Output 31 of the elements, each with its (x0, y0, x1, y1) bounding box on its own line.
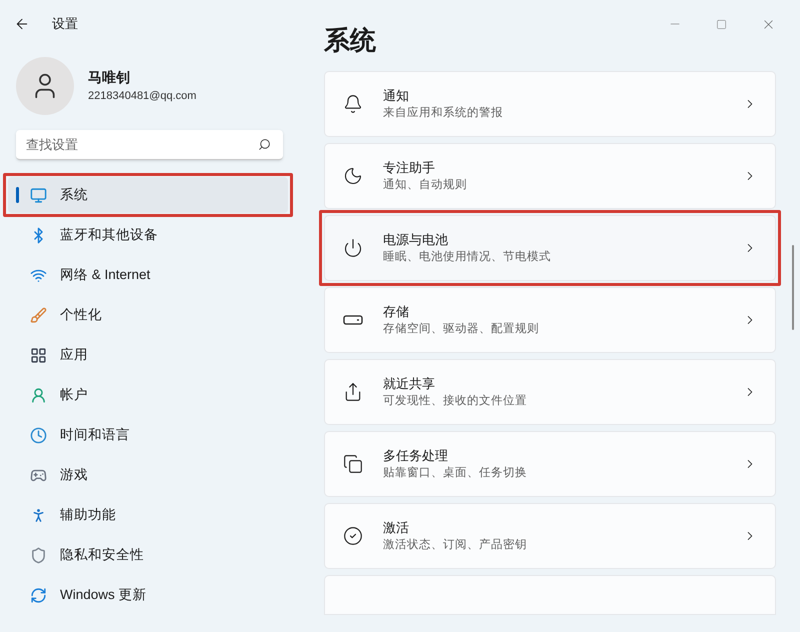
card-title: 专注助手 (383, 158, 436, 177)
card-subtitle: 睡眠、电池使用情况、节电模式 (383, 250, 551, 266)
sidebar-item[interactable]: 时间和语言 (8, 417, 288, 453)
sidebar-item[interactable]: 帐户 (8, 377, 288, 413)
sidebar-item[interactable]: 游戏 (8, 457, 288, 493)
sidebar-item[interactable]: Windows 更新 (8, 577, 288, 613)
card-title: 电源与电池 (383, 230, 449, 249)
sidebar-item[interactable]: 个性化 (8, 297, 288, 333)
sidebar-item[interactable]: 网络 & Internet (8, 257, 288, 293)
sidebar-item[interactable]: 隐私和安全性 (8, 537, 288, 573)
search-field[interactable]: 查找设置 (16, 130, 283, 160)
card-title: 多任务处理 (383, 446, 449, 465)
card-subtitle: 可发现性、接收的文件位置 (383, 394, 527, 410)
sidebar-item[interactable]: 应用 (8, 337, 288, 373)
card-subtitle: 来自应用和系统的警报 (383, 105, 503, 122)
sidebar-item[interactable]: 蓝牙和其他设备 (8, 217, 288, 253)
sidebar-item[interactable]: 辅助功能 (8, 497, 288, 533)
card-title: 就近共享 (383, 374, 436, 393)
card-title: 激活 (383, 518, 410, 537)
card-subtitle: 存储空间、驱动器、配置规则 (383, 321, 539, 338)
sidebar-item[interactable]: 系统 (8, 177, 288, 213)
card-subtitle: 贴靠窗口、桌面、任务切换 (383, 465, 527, 482)
user-email: 2218340481@qq.com (88, 89, 196, 104)
settings-card[interactable]: 电源与电池 睡眠、电池使用情况、节电模式 (319, 210, 781, 286)
card-subtitle: 激活状态、订阅、产品密钥 (383, 537, 527, 554)
card-title: 通知 (383, 86, 410, 105)
window-title: 设置 (52, 15, 78, 34)
user-name: 马唯钊 (88, 68, 131, 88)
card-subtitle: 通知、自动规则 (383, 178, 467, 194)
card-title: 存储 (383, 302, 410, 321)
page-title: 系统 (324, 24, 376, 56)
